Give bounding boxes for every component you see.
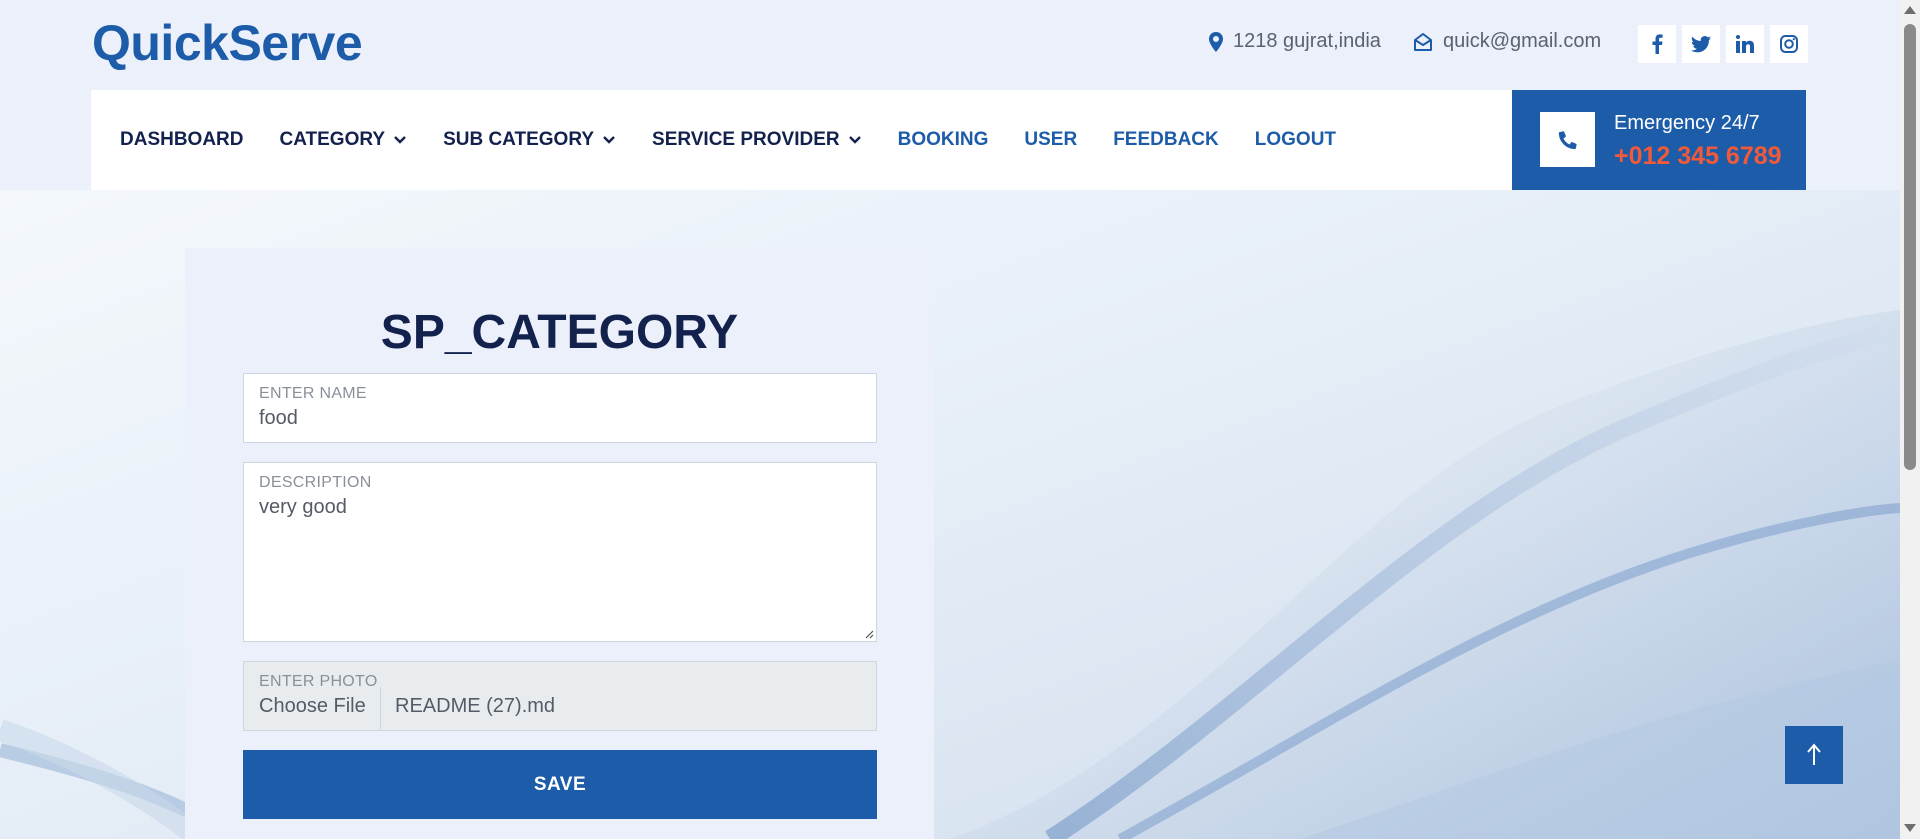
nav-user[interactable]: USER <box>1024 129 1077 151</box>
chevron-down-icon <box>603 136 615 144</box>
nav-category[interactable]: CATEGORY <box>280 129 408 151</box>
twitter-icon[interactable] <box>1682 25 1720 63</box>
facebook-icon[interactable] <box>1638 25 1676 63</box>
nav-logout[interactable]: LOGOUT <box>1255 129 1336 151</box>
name-field[interactable]: ENTER NAME food <box>243 373 877 443</box>
form-title: SP_CATEGORY <box>380 306 739 359</box>
name-label: ENTER NAME <box>259 385 367 402</box>
nav-booking[interactable]: BOOKING <box>898 129 989 151</box>
nav-feedback[interactable]: FEEDBACK <box>1113 129 1219 151</box>
nav-service-provider-label: SERVICE PROVIDER <box>652 129 840 150</box>
nav-logout-label: LOGOUT <box>1254 129 1337 150</box>
emergency-title: Emergency 24/7 <box>1614 112 1760 134</box>
phone-icon <box>1540 112 1595 167</box>
emergency-contact-box: Emergency 24/7 +012 345 6789 <box>1512 90 1806 190</box>
scroll-down-arrow-icon[interactable] <box>1904 824 1916 832</box>
scroll-up-arrow-icon[interactable] <box>1904 6 1916 14</box>
name-input[interactable]: food <box>259 407 298 430</box>
chevron-down-icon <box>394 136 406 144</box>
linkedin-icon[interactable] <box>1726 25 1764 63</box>
nav-dashboard-label: DASHBOARD <box>120 129 244 150</box>
chevron-down-icon <box>848 136 861 144</box>
resize-handle-icon[interactable] <box>864 629 874 639</box>
nav-feedback-label: FEEDBACK <box>1113 129 1219 150</box>
choose-file-button[interactable]: Choose File <box>259 695 366 718</box>
description-textarea[interactable]: very good <box>259 496 347 519</box>
nav-sub-category[interactable]: SUB CATEGORY <box>443 129 616 151</box>
nav-menu: DASHBOARD CATEGORY SUB CATEGORY SERVICE … <box>120 90 1336 190</box>
emergency-phone[interactable]: +012 345 6789 <box>1614 142 1782 171</box>
nav-service-provider[interactable]: SERVICE PROVIDER <box>652 129 862 151</box>
brand-logo[interactable]: QuickServe <box>92 14 363 72</box>
contact-address: 1218 gujrat,india <box>1209 30 1381 53</box>
instagram-icon[interactable] <box>1770 25 1808 63</box>
page-scrollbar[interactable] <box>1900 0 1920 839</box>
nav-dashboard[interactable]: DASHBOARD <box>120 129 244 151</box>
description-field[interactable]: DESCRIPTION very good <box>243 462 877 642</box>
envelope-icon <box>1413 32 1433 51</box>
contact-email: quick@gmail.com <box>1413 30 1601 53</box>
save-button[interactable]: SAVE <box>243 750 877 819</box>
photo-field[interactable]: ENTER PHOTO Choose File README (27).md <box>243 661 877 731</box>
file-input-divider <box>380 687 381 731</box>
social-links <box>1638 25 1808 63</box>
arrow-up-icon <box>1807 743 1821 765</box>
address-text: 1218 gujrat,india <box>1233 30 1381 52</box>
scrollbar-thumb[interactable] <box>1904 24 1916 470</box>
nav-category-label: CATEGORY <box>279 129 386 150</box>
map-pin-icon <box>1209 31 1223 52</box>
back-to-top-button[interactable] <box>1785 726 1843 784</box>
photo-label: ENTER PHOTO <box>259 673 378 690</box>
email-text: quick@gmail.com <box>1443 30 1602 52</box>
description-label: DESCRIPTION <box>259 474 372 491</box>
nav-user-label: USER <box>1024 129 1078 150</box>
nav-booking-label: BOOKING <box>897 129 989 150</box>
selected-file-name: README (27).md <box>395 695 556 717</box>
nav-sub-category-label: SUB CATEGORY <box>443 129 595 150</box>
